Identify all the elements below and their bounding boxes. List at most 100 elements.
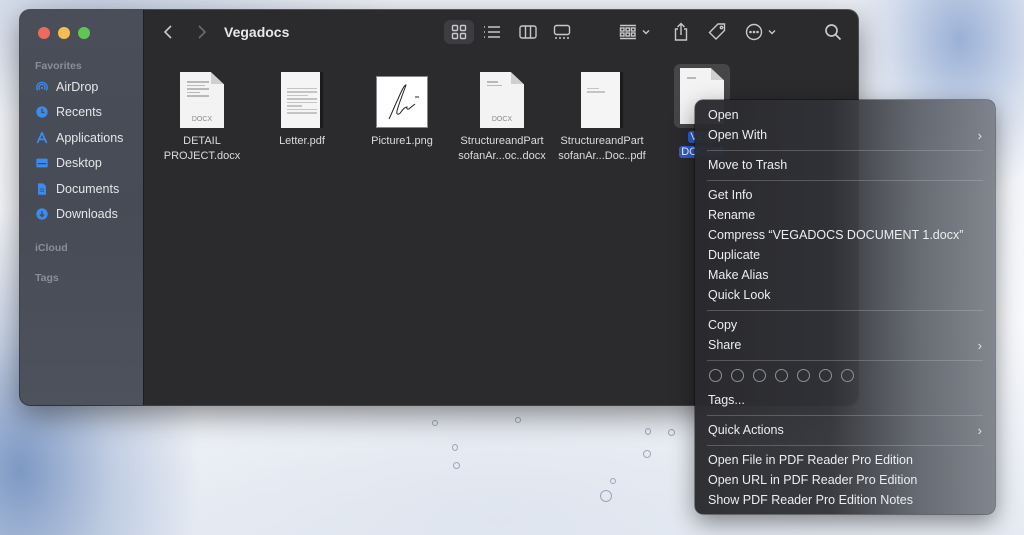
file-item[interactable]: DOCX StructureandPart sofanAr...oc..docx bbox=[452, 68, 552, 164]
tag-color-picker bbox=[709, 369, 854, 382]
file-name: StructureandPart sofanAr...Doc..pdf bbox=[558, 135, 646, 162]
menu-item-show-pdf-reader-notes[interactable]: Show PDF Reader Pro Edition Notes bbox=[695, 490, 995, 510]
sidebar-item-label: Documents bbox=[56, 182, 120, 196]
menu-separator bbox=[707, 180, 983, 181]
image-file-icon bbox=[376, 76, 428, 128]
share-icon bbox=[674, 22, 688, 41]
sidebar-item-downloads[interactable]: Downloads bbox=[35, 204, 118, 224]
sidebar: Favorites AirDrop Recents Applications D… bbox=[20, 10, 144, 405]
airdrop-icon bbox=[36, 81, 48, 91]
list-view-icon bbox=[484, 26, 500, 38]
tag-circle[interactable] bbox=[753, 369, 766, 382]
file-thumbnail: DOCX bbox=[452, 68, 552, 128]
icon-view-icon bbox=[451, 24, 467, 40]
sidebar-item-applications[interactable]: Applications bbox=[35, 128, 123, 148]
file-item[interactable]: DOCX DETAIL PROJECT.docx bbox=[152, 68, 252, 164]
file-item[interactable]: Picture1.png bbox=[352, 68, 452, 149]
wallpaper-bubble bbox=[452, 444, 458, 451]
column-view-icon bbox=[519, 25, 537, 39]
sidebar-section-tags[interactable]: Tags bbox=[35, 272, 59, 284]
docx-file-icon: DOCX bbox=[480, 72, 524, 128]
file-name: Letter.pdf bbox=[279, 135, 325, 147]
clock-icon bbox=[36, 106, 48, 118]
file-item[interactable]: StructureandPart sofanAr...Doc..pdf bbox=[552, 68, 652, 164]
docx-file-icon: DOCX bbox=[180, 72, 224, 128]
tag-button[interactable] bbox=[706, 20, 728, 44]
wallpaper-bubble bbox=[643, 450, 651, 458]
column-view-button[interactable] bbox=[516, 20, 540, 44]
file-thumbnail bbox=[252, 68, 352, 128]
sidebar-section-icloud[interactable]: iCloud bbox=[35, 242, 68, 254]
sidebar-item-desktop[interactable]: Desktop bbox=[35, 153, 102, 173]
file-thumbnail bbox=[552, 68, 652, 128]
document-icon bbox=[38, 183, 46, 195]
sidebar-section-favorites: Favorites bbox=[35, 60, 82, 72]
back-button[interactable] bbox=[158, 22, 178, 42]
menu-item-quick-actions[interactable]: Quick Actions › bbox=[695, 420, 995, 440]
menu-item-make-alias[interactable]: Make Alias bbox=[695, 265, 995, 285]
menu-item-open[interactable]: Open bbox=[695, 105, 995, 125]
menu-item-move-to-trash[interactable]: Move to Trash bbox=[695, 155, 995, 175]
menu-separator bbox=[707, 150, 983, 151]
file-name: Picture1.png bbox=[371, 135, 433, 147]
menu-item-copy[interactable]: Copy bbox=[695, 315, 995, 335]
gallery-view-icon bbox=[553, 24, 571, 39]
more-actions-button[interactable] bbox=[744, 20, 780, 44]
sidebar-item-documents[interactable]: Documents bbox=[35, 179, 119, 199]
menu-item-quick-look[interactable]: Quick Look bbox=[695, 285, 995, 305]
sidebar-item-recents[interactable]: Recents bbox=[35, 102, 102, 122]
menu-item-duplicate[interactable]: Duplicate bbox=[695, 245, 995, 265]
desktop-icon bbox=[36, 158, 48, 168]
tag-circle[interactable] bbox=[797, 369, 810, 382]
wallpaper-bubble bbox=[645, 428, 651, 435]
toolbar: Vegadocs bbox=[144, 10, 858, 54]
menu-item-compress[interactable]: Compress “VEGADOCS DOCUMENT 1.docx” bbox=[695, 225, 995, 245]
group-icon bbox=[619, 24, 650, 40]
search-icon bbox=[825, 24, 842, 41]
sidebar-item-label: Downloads bbox=[56, 207, 118, 221]
tag-circle[interactable] bbox=[731, 369, 744, 382]
applications-icon bbox=[36, 131, 48, 144]
sidebar-item-label: AirDrop bbox=[56, 80, 99, 94]
list-view-button[interactable] bbox=[480, 20, 504, 44]
menu-item-share[interactable]: Share › bbox=[695, 335, 995, 355]
tag-circle[interactable] bbox=[709, 369, 722, 382]
forward-button[interactable] bbox=[192, 22, 212, 42]
wallpaper-bubble bbox=[432, 420, 438, 426]
close-button[interactable] bbox=[38, 27, 50, 39]
minimize-button[interactable] bbox=[58, 27, 70, 39]
chevron-right-icon bbox=[198, 25, 207, 39]
wallpaper-bubble bbox=[515, 417, 521, 423]
context-menu: Open Open With › Move to Trash Get Info R… bbox=[695, 100, 995, 514]
zoom-button[interactable] bbox=[78, 27, 90, 39]
sidebar-item-airdrop[interactable]: AirDrop bbox=[35, 77, 98, 97]
menu-separator bbox=[707, 445, 983, 446]
menu-item-rename[interactable]: Rename bbox=[695, 205, 995, 225]
menu-item-open-file-pdf-reader[interactable]: Open File in PDF Reader Pro Edition bbox=[695, 450, 995, 470]
menu-item-tags[interactable]: Tags... bbox=[695, 390, 995, 410]
menu-item-open-with[interactable]: Open With › bbox=[695, 125, 995, 145]
tag-circle[interactable] bbox=[841, 369, 854, 382]
search-button[interactable] bbox=[822, 20, 844, 44]
chevron-right-icon: › bbox=[977, 128, 982, 143]
file-item[interactable]: Letter.pdf bbox=[252, 68, 352, 149]
wallpaper-bubble bbox=[668, 429, 675, 436]
file-name: DETAIL PROJECT.docx bbox=[163, 135, 241, 162]
pdf-file-icon bbox=[581, 72, 623, 128]
menu-separator bbox=[707, 415, 983, 416]
file-thumbnail bbox=[352, 68, 452, 128]
gallery-view-button[interactable] bbox=[550, 20, 574, 44]
menu-separator bbox=[707, 310, 983, 311]
tag-circle[interactable] bbox=[775, 369, 788, 382]
menu-separator bbox=[707, 360, 983, 361]
file-thumbnail: DOCX bbox=[152, 68, 252, 128]
pdf-file-icon bbox=[281, 72, 323, 128]
more-actions-icon bbox=[745, 23, 776, 41]
share-button[interactable] bbox=[670, 20, 692, 44]
menu-item-get-info[interactable]: Get Info bbox=[695, 185, 995, 205]
icon-view-button[interactable] bbox=[444, 20, 474, 44]
group-by-button[interactable] bbox=[618, 20, 654, 44]
tag-circle[interactable] bbox=[819, 369, 832, 382]
menu-item-open-url-pdf-reader[interactable]: Open URL in PDF Reader Pro Edition bbox=[695, 470, 995, 490]
wallpaper-bubble bbox=[610, 478, 616, 484]
